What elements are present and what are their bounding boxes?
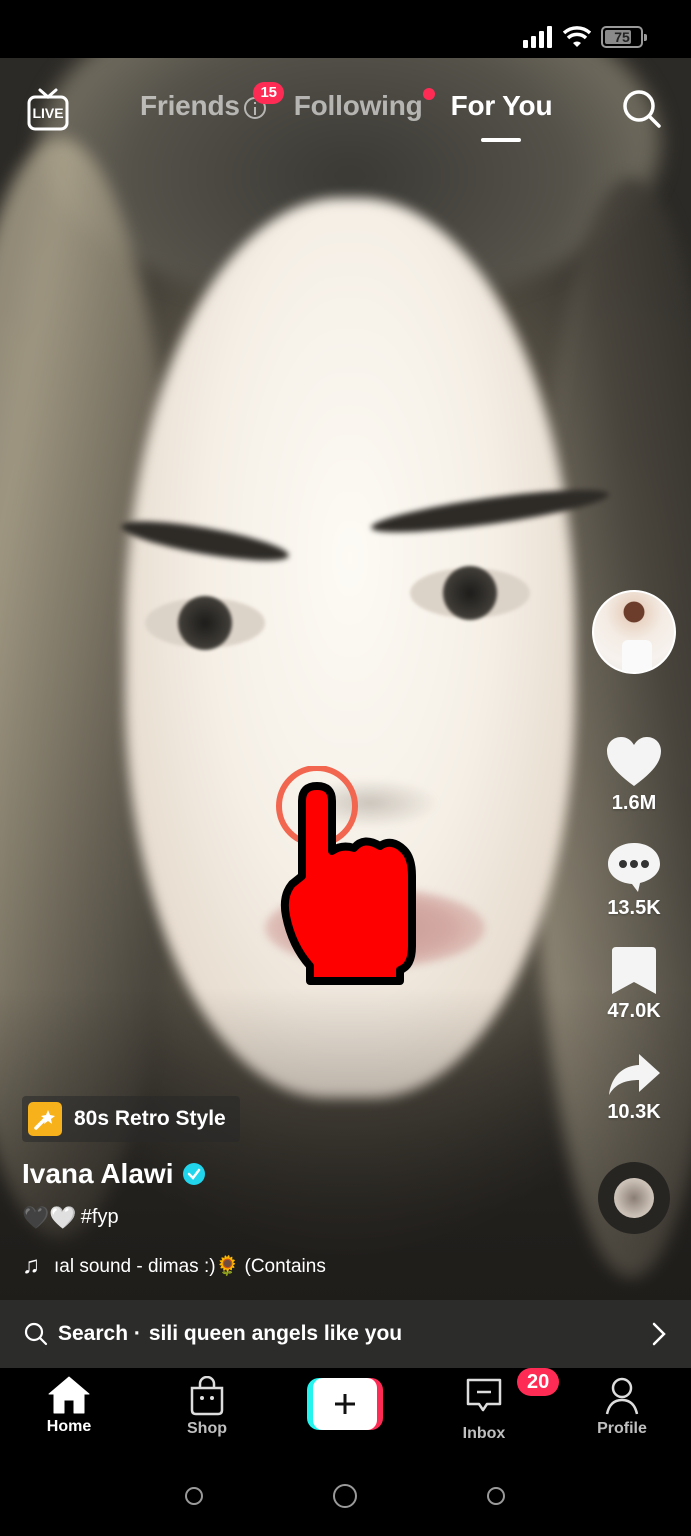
share-button[interactable]: 10.3K xyxy=(607,1053,661,1124)
like-count: 1.6M xyxy=(611,792,657,814)
battery-indicator: 75 xyxy=(601,26,647,48)
bookmark-icon xyxy=(612,947,656,994)
shop-bag-icon xyxy=(190,1376,224,1416)
nav-home-label: Home xyxy=(46,1418,92,1435)
system-home-button[interactable] xyxy=(333,1484,357,1508)
nav-inbox[interactable]: 20 Inbox xyxy=(434,1368,560,1443)
caption-emojis: 🖤🤍 xyxy=(22,1204,77,1230)
plus-icon xyxy=(335,1394,355,1414)
bottom-nav: Home Shop 20 Inbox Profile xyxy=(0,1368,691,1464)
music-note-icon: ♫ xyxy=(22,1252,40,1279)
bookmark-button[interactable]: 47.0K xyxy=(607,946,661,1023)
author-row: Ivana Alawi xyxy=(22,1158,206,1190)
search-icon[interactable] xyxy=(621,88,663,130)
creator-avatar[interactable] xyxy=(592,590,676,674)
nav-profile[interactable]: Profile xyxy=(572,1376,672,1438)
verified-badge-icon xyxy=(183,1163,206,1185)
nav-inbox-label: Inbox xyxy=(462,1425,506,1442)
nav-shop-label: Shop xyxy=(187,1420,227,1437)
music-disc-cover xyxy=(614,1178,654,1218)
tab-following-label: Following xyxy=(293,90,423,121)
chevron-right-icon xyxy=(652,1322,666,1346)
active-tab-indicator xyxy=(481,138,522,142)
profile-icon xyxy=(605,1377,639,1415)
search-icon xyxy=(24,1322,48,1346)
friends-badge: 15 xyxy=(253,82,284,104)
search-suggestion-query: sili queen angels like you xyxy=(148,1322,403,1345)
action-rail: 1.6M 13.5K 47.0K 10.3K xyxy=(591,590,677,1234)
search-suggestion-bar[interactable]: Search · sili queen angels like you xyxy=(0,1300,691,1368)
music-title: ıal sound - dimas :)🌻 (Contains xyxy=(54,1256,326,1277)
tab-friends[interactable]: Friends 15 xyxy=(140,82,284,122)
search-prefix: Search · xyxy=(58,1322,141,1345)
system-recents-button[interactable] xyxy=(487,1487,505,1505)
inbox-badge: 20 xyxy=(517,1368,560,1396)
tab-friends-label: Friends xyxy=(140,90,240,121)
svg-text:LIVE: LIVE xyxy=(32,105,63,121)
share-count: 10.3K xyxy=(607,1101,661,1123)
tab-for-you-label: For You xyxy=(450,90,553,121)
comment-button[interactable]: 13.5K xyxy=(606,841,662,920)
bookmark-count: 47.0K xyxy=(607,1000,661,1022)
top-nav: LIVE Friends 15 Following For You xyxy=(0,58,691,158)
tap-indicator-icon xyxy=(276,766,416,985)
feed-tabs: Friends 15 Following For You xyxy=(140,82,580,142)
battery-level: 75 xyxy=(614,29,630,45)
create-button[interactable] xyxy=(307,1378,383,1430)
magic-wand-icon xyxy=(28,1102,62,1136)
video-caption[interactable]: 🖤🤍 #fyp xyxy=(22,1206,119,1229)
effect-label: 80s Retro Style xyxy=(74,1107,226,1130)
inbox-icon xyxy=(466,1378,502,1412)
nav-home[interactable]: Home xyxy=(19,1376,119,1436)
share-icon xyxy=(609,1054,660,1095)
like-button[interactable]: 1.6M xyxy=(605,736,663,815)
wifi-icon xyxy=(563,26,591,47)
system-nav-bar xyxy=(0,1464,691,1536)
nav-profile-label: Profile xyxy=(597,1420,647,1437)
system-back-button[interactable] xyxy=(185,1487,203,1505)
caption-hashtag[interactable]: #fyp xyxy=(81,1206,119,1229)
heart-icon xyxy=(607,737,661,786)
tab-for-you[interactable]: For You xyxy=(450,90,553,142)
music-disc[interactable] xyxy=(598,1162,670,1234)
effect-tag[interactable]: 80s Retro Style xyxy=(22,1096,240,1142)
signal-icon xyxy=(523,26,552,48)
music-info[interactable]: ♫ ıal sound - dimas :)🌻 (Contains xyxy=(22,1252,342,1280)
comment-count: 13.5K xyxy=(607,897,661,919)
tab-following[interactable]: Following xyxy=(293,88,435,122)
comment-icon xyxy=(608,843,660,892)
following-notification-dot xyxy=(422,88,435,100)
live-icon[interactable]: LIVE xyxy=(26,86,70,132)
status-bar: 75 xyxy=(0,0,691,58)
nav-shop[interactable]: Shop xyxy=(157,1376,257,1438)
home-icon xyxy=(48,1376,90,1414)
author-name[interactable]: Ivana Alawi xyxy=(22,1158,173,1190)
